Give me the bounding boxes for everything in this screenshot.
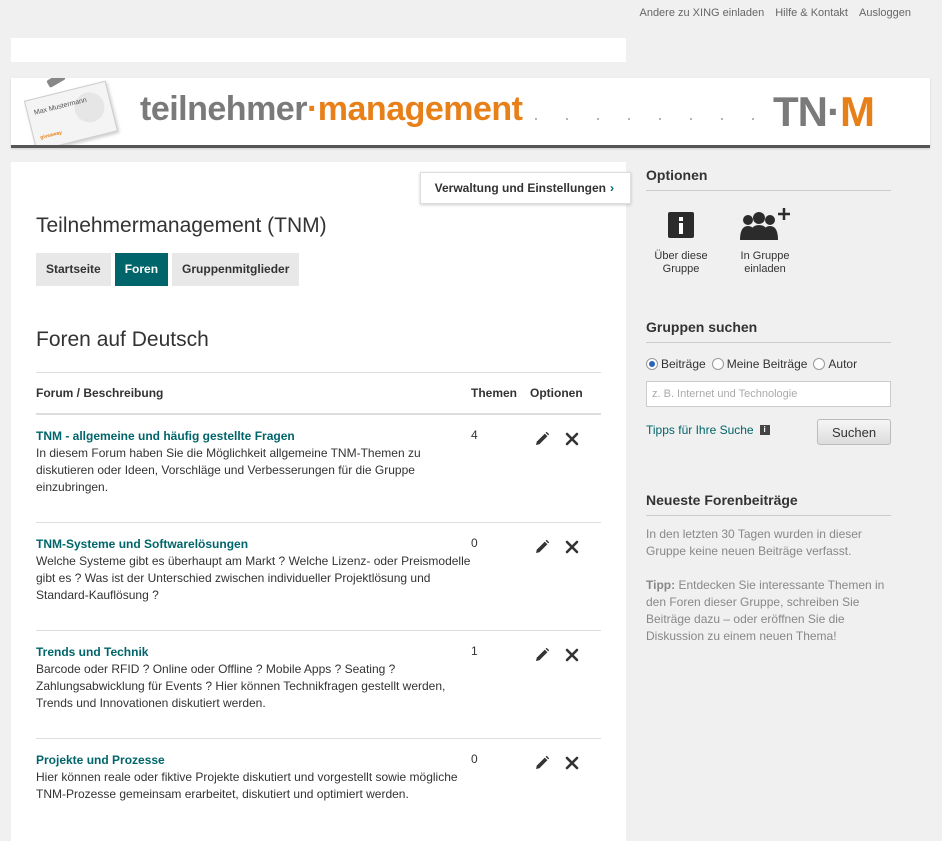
forum-description: Hier können reale oder fiktive Projekte … <box>36 770 458 801</box>
group-title: Teilnehmermanagement (TNM) <box>36 214 327 237</box>
table-header: Forum / Beschreibung Themen Optionen <box>36 372 601 415</box>
close-delete-icon[interactable] <box>564 755 580 771</box>
group-banner: Max Mustermann giveaway teilnehmer·manag… <box>11 78 930 148</box>
forum-options <box>530 752 580 841</box>
forum-options <box>530 644 580 738</box>
close-delete-icon[interactable] <box>564 647 580 663</box>
forum-description: Barcode oder RFID ? Online oder Offline … <box>36 662 446 710</box>
forums-table: Forum / Beschreibung Themen Optionen TNM… <box>36 372 601 841</box>
pencil-edit-icon[interactable] <box>534 755 550 771</box>
help-link[interactable]: Hilfe & Kontakt <box>775 7 848 19</box>
latest-posts-empty-text: In den letzten 30 Tagen wurden in dieser… <box>646 527 862 558</box>
group-options: Über diese Gruppe In Gruppe einladen <box>646 205 891 276</box>
table-row: TNM-Systeme und Softwarelösungen Welche … <box>36 523 601 631</box>
forum-description: Welche Systeme gibt es überhaupt am Mark… <box>36 554 471 602</box>
add-group-members-icon <box>740 208 790 240</box>
group-tabs: Startseite Foren Gruppenmitglieder <box>36 253 300 286</box>
admin-settings-button[interactable]: Verwaltung und Einstellungen › <box>419 172 631 204</box>
forums-section-title: Foren auf Deutsch <box>36 328 209 351</box>
radio-author[interactable]: Autor <box>813 357 857 371</box>
pencil-edit-icon[interactable] <box>534 647 550 663</box>
forum-title-link[interactable]: Trends und Technik <box>36 644 471 661</box>
badge-clip <box>46 78 66 88</box>
banner-bottom-bar <box>11 145 930 148</box>
search-scope-radios: Beiträge Meine Beiträge Autor <box>646 357 891 371</box>
forum-options <box>530 536 580 630</box>
forum-topic-count: 1 <box>471 644 478 658</box>
radio-posts[interactable]: Beiträge <box>646 357 706 371</box>
table-row: Projekte und Prozesse Hier können reale … <box>36 739 601 841</box>
sidebar: Optionen Über diese Gruppe In Gruppe ein… <box>646 162 891 645</box>
header-themen: Themen <box>471 386 518 400</box>
invite-link[interactable]: Andere zu XING einladen <box>639 7 764 19</box>
invite-to-group-option[interactable]: In Gruppe einladen <box>737 205 793 276</box>
forum-title-link[interactable]: TNM-Systeme und Softwarelösungen <box>36 536 471 553</box>
main-content: Verwaltung und Einstellungen › Teilnehmer… <box>11 162 631 841</box>
forum-title-link[interactable]: TNM - allgemeine und häufig gestellte Fr… <box>36 428 471 445</box>
header-optionen: Optionen <box>530 386 583 400</box>
pencil-edit-icon[interactable] <box>534 539 550 555</box>
chevron-right-icon: › <box>610 181 614 195</box>
badge-card-image: Max Mustermann giveaway <box>23 80 119 148</box>
pencil-edit-icon[interactable] <box>534 431 550 447</box>
info-small-icon: i <box>759 425 770 435</box>
top-search-strip <box>11 38 626 62</box>
search-button[interactable]: Suchen <box>817 419 891 445</box>
logout-link[interactable]: Ausloggen <box>859 7 911 19</box>
badge-logo: giveaway <box>39 129 63 141</box>
forum-topic-count: 4 <box>471 428 478 442</box>
latest-posts-tip: Tipp: Entdecken Sie interessante Themen … <box>646 578 885 643</box>
table-row: TNM - allgemeine und häufig gestellte Fr… <box>36 415 601 523</box>
forum-description: In diesem Forum haben Sie die Möglichkei… <box>36 446 421 494</box>
about-group-option[interactable]: Über diese Gruppe <box>653 205 709 276</box>
tab-startseite[interactable]: Startseite <box>36 253 111 286</box>
tnm-logo: TN·M <box>773 88 875 135</box>
search-input[interactable] <box>646 381 891 407</box>
close-delete-icon[interactable] <box>564 431 580 447</box>
brand-wordmark: teilnehmer·management <box>140 90 523 128</box>
info-icon <box>668 212 694 238</box>
header-forum: Forum / Beschreibung <box>36 386 164 400</box>
table-row: Trends und Technik Barcode oder RFID ? O… <box>36 631 601 739</box>
search-tips-link[interactable]: Tipps für Ihre Suche i <box>646 423 770 437</box>
top-navigation: Andere zu XING einladen Hilfe & Kontakt … <box>639 7 911 19</box>
forum-topic-count: 0 <box>471 752 478 766</box>
options-title: Optionen <box>646 162 891 191</box>
radio-my-posts[interactable]: Meine Beiträge <box>711 357 807 371</box>
forum-options <box>530 428 580 522</box>
close-delete-icon[interactable] <box>564 539 580 555</box>
latest-posts-title: Neueste Forenbeiträge <box>646 487 891 516</box>
tab-foren[interactable]: Foren <box>114 253 169 286</box>
forum-title-link[interactable]: Projekte und Prozesse <box>36 752 471 769</box>
search-groups-title: Gruppen suchen <box>646 314 891 343</box>
forum-topic-count: 0 <box>471 536 478 550</box>
tab-gruppenmitglieder[interactable]: Gruppenmitglieder <box>172 253 300 286</box>
